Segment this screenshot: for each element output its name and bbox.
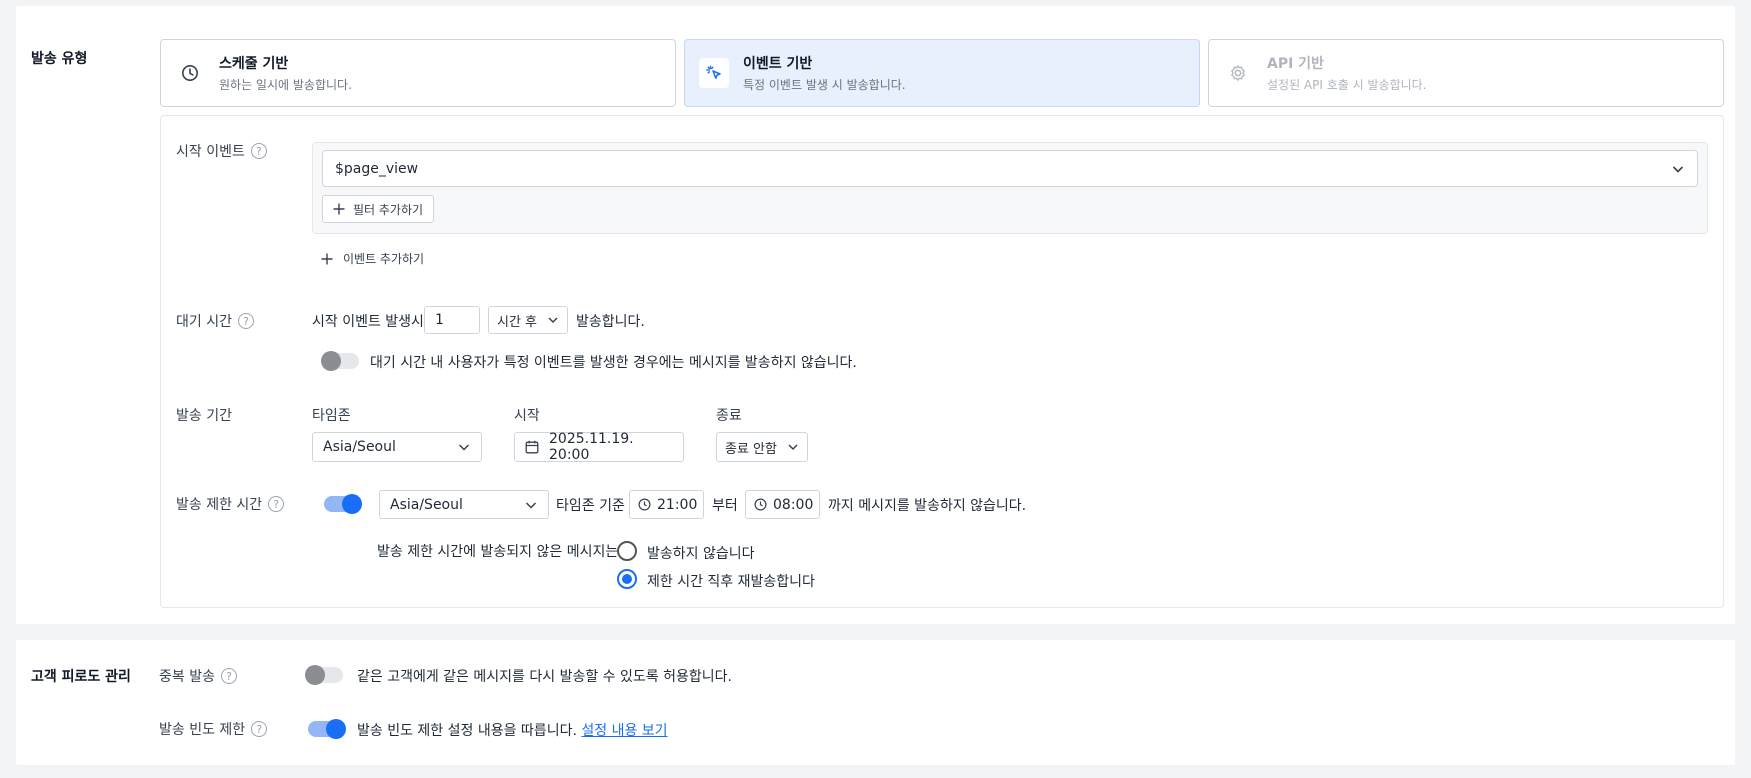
fatigue-title: 고객 피로도 관리 — [31, 669, 131, 685]
wait-time-prefix: 시작 이벤트 발생시 — [312, 314, 424, 330]
schedule-type-title: 스케줄 기반 — [219, 56, 289, 72]
restrict-timezone-select[interactable]: Asia/Seoul — [379, 490, 549, 519]
add-event-label: 이벤트 추가하기 — [343, 252, 425, 266]
end-value: 종료 안함 — [725, 441, 777, 457]
start-event-value: $page_view — [335, 160, 419, 177]
frequency-limit-label-text: 발송 빈도 제한 — [159, 722, 246, 738]
restrict-timezone-value: Asia/Seoul — [390, 496, 463, 513]
start-datetime-value: 2025.11.19. 20:00 — [549, 431, 634, 463]
chevron-down-icon — [1671, 162, 1685, 176]
unsent-label: 발송 제한 시간에 발송되지 않은 메시지는 — [377, 544, 619, 560]
help-icon[interactable]: ? — [237, 313, 254, 329]
chevron-down-icon — [787, 441, 799, 453]
api-type-option[interactable]: API 기반 설정된 API 호출 시 발송합니다. — [1208, 39, 1724, 107]
wait-time-label: 대기 시간 ? — [176, 311, 254, 331]
chevron-down-icon — [524, 498, 538, 512]
start-datetime-input[interactable]: 2025.11.19. 20:00 — [514, 431, 684, 463]
wait-time-exclude-text: 대기 시간 내 사용자가 특정 이벤트를 발생한 경우에는 메시지를 발송하지 … — [370, 355, 857, 371]
wait-time-unit-select[interactable]: 시간 후 — [488, 306, 568, 334]
frequency-limit-label: 발송 빈도 제한 ? — [159, 719, 268, 739]
wait-time-input[interactable]: 1 — [424, 306, 480, 334]
duplicate-send-toggle[interactable] — [305, 665, 343, 685]
calendar-icon — [525, 440, 539, 454]
to-suffix-text: 까지 메시지를 발송하지 않습니다. — [828, 498, 1027, 514]
schedule-type-option[interactable]: 스케줄 기반 원하는 일시에 발송합니다. — [160, 39, 676, 107]
clock-icon — [638, 498, 651, 511]
chevron-down-icon — [547, 314, 559, 326]
cursor-click-icon — [699, 58, 729, 88]
send-period-label: 발송 기간 — [176, 405, 232, 425]
frequency-limit-text: 발송 빈도 제한 설정 내용을 따릅니다. — [357, 723, 577, 739]
wait-time-exclude-toggle[interactable] — [321, 351, 359, 371]
chevron-down-icon — [457, 440, 471, 454]
event-type-title: 이벤트 기반 — [743, 56, 813, 72]
restrict-time-label-text: 발송 제한 시간 — [176, 497, 263, 513]
clock-icon — [175, 58, 205, 88]
send-period-label-text: 발송 기간 — [176, 408, 232, 424]
timezone-label: 타임존 — [312, 408, 351, 424]
plus-icon — [321, 253, 333, 265]
send-type-title: 발송 유형 — [31, 51, 88, 67]
restrict-from-input[interactable]: 21:00 — [629, 490, 704, 519]
event-type-desc: 특정 이벤트 발생 시 발송합니다. — [743, 78, 906, 92]
plus-icon — [333, 203, 345, 215]
help-icon[interactable]: ? — [251, 721, 268, 737]
add-event-button[interactable]: 이벤트 추가하기 — [321, 250, 424, 267]
view-settings-link[interactable]: 설정 내용 보기 — [581, 723, 667, 739]
frequency-limit-text-row: 발송 빈도 제한 설정 내용을 따릅니다. 설정 내용 보기 — [357, 720, 668, 740]
timezone-value: Asia/Seoul — [323, 439, 396, 455]
add-filter-button[interactable]: 필터 추가하기 — [322, 195, 435, 223]
start-label: 시작 — [514, 408, 540, 424]
restrict-time-label: 발송 제한 시간 ? — [176, 494, 285, 514]
tz-basis-text: 타임존 기준 — [556, 498, 625, 514]
restrict-to-value: 08:00 — [773, 496, 814, 513]
duplicate-send-label: 중복 발송 ? — [159, 666, 237, 686]
start-event-label-text: 시작 이벤트 — [176, 144, 245, 160]
duplicate-send-label-text: 중복 발송 — [159, 669, 215, 685]
start-event-select[interactable]: $page_view — [322, 150, 1698, 187]
timezone-select[interactable]: Asia/Seoul — [312, 432, 482, 462]
frequency-limit-toggle[interactable] — [308, 719, 346, 739]
api-type-desc: 설정된 API 호출 시 발송합니다. — [1267, 78, 1427, 92]
schedule-type-desc: 원하는 일시에 발송합니다. — [219, 78, 352, 92]
restrict-to-input[interactable]: 08:00 — [745, 490, 820, 519]
fatigue-card — [16, 640, 1735, 765]
duplicate-send-text: 같은 고객에게 같은 메시지를 다시 발송할 수 있도록 허용합니다. — [357, 669, 732, 685]
help-icon[interactable]: ? — [220, 668, 237, 684]
wait-time-label-text: 대기 시간 — [176, 314, 232, 330]
radio-not-send-label: 발송하지 않습니다 — [647, 546, 755, 562]
event-type-option[interactable]: 이벤트 기반 특정 이벤트 발생 시 발송합니다. — [684, 39, 1200, 107]
clock-icon — [754, 498, 767, 511]
gear-icon — [1223, 58, 1253, 88]
radio-resend-label: 제한 시간 직후 재발송합니다 — [647, 574, 815, 590]
restrict-time-toggle[interactable] — [324, 494, 362, 514]
wait-time-suffix: 발송합니다. — [576, 314, 645, 330]
end-select[interactable]: 종료 안함 — [716, 432, 808, 462]
restrict-from-value: 21:00 — [657, 496, 698, 513]
wait-time-unit-value: 시간 후 — [497, 314, 538, 330]
add-filter-label: 필터 추가하기 — [353, 202, 424, 217]
radio-not-send[interactable] — [617, 541, 637, 561]
api-type-title: API 기반 — [1267, 56, 1324, 72]
end-label: 종료 — [716, 408, 742, 424]
start-event-box: $page_view 필터 추가하기 — [312, 142, 1708, 234]
help-icon[interactable]: ? — [250, 143, 267, 159]
from-suffix-text: 부터 — [712, 498, 738, 514]
start-event-label: 시작 이벤트 ? — [176, 141, 267, 161]
radio-resend[interactable] — [617, 569, 637, 589]
help-icon[interactable]: ? — [268, 496, 285, 512]
